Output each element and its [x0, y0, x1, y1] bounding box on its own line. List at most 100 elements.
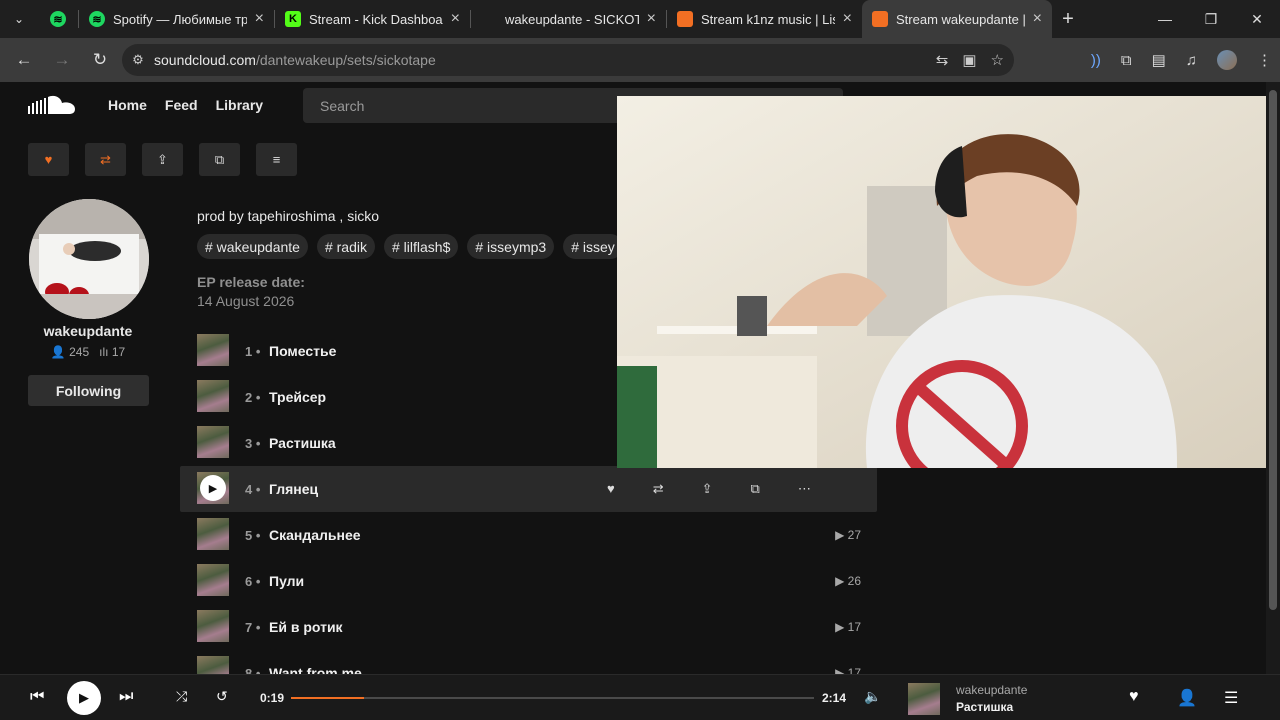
artist-stats: 👤 245 ılı 17	[0, 345, 176, 359]
track-row-hovered[interactable]: ▶ 4 • Глянец ♥ ⇄ ⇪ ⧉ ⋯	[180, 466, 877, 512]
close-icon[interactable]: ×	[451, 10, 460, 28]
track-artwork[interactable]	[197, 518, 229, 550]
tracks-count: 17	[111, 345, 126, 359]
copy-link-icon[interactable]: ⧉	[751, 481, 760, 497]
scrollbar-thumb[interactable]	[1269, 90, 1277, 610]
install-app-icon[interactable]: ▣	[962, 51, 976, 69]
track-title[interactable]: Трейсер	[269, 389, 326, 405]
track-artwork[interactable]	[197, 564, 229, 596]
address-bar[interactable]: ⚙ soundcloud.com/dantewakeup/sets/sickot…	[122, 44, 1014, 76]
tracks-stat[interactable]: ılı 17	[99, 345, 125, 359]
now-playing-title[interactable]: Растишка	[956, 700, 1013, 714]
track-artwork[interactable]	[197, 610, 229, 642]
tab-kick[interactable]: K Stream - Kick Dashboar ×	[275, 0, 470, 38]
artist-name[interactable]: wakeupdante	[0, 323, 176, 339]
page-scrollbar[interactable]	[1266, 82, 1280, 674]
repeat-icon[interactable]: ↺	[216, 688, 228, 705]
menu-kebab-icon[interactable]: ⋮	[1257, 51, 1272, 69]
now-playing-artwork[interactable]	[908, 683, 940, 715]
restore-icon[interactable]: ❐	[1188, 0, 1234, 38]
tag-list: # wakeupdante # radik # lilflash$ # isse…	[197, 234, 623, 259]
play-pause-button[interactable]: ▶	[67, 681, 101, 715]
like-heart-icon[interactable]: ♥	[1129, 688, 1139, 706]
tab-spotify-pinned[interactable]: ≋	[38, 0, 78, 38]
media-control-icon[interactable]: ♫	[1186, 52, 1197, 69]
track-row[interactable]: 5 • Скандальнее ▶ 27	[180, 512, 877, 558]
share-icon[interactable]: ⇪	[142, 143, 183, 176]
track-artwork[interactable]	[197, 656, 229, 674]
tab-wakeupdante[interactable]: wakeupdante - SICKOTA ×	[471, 0, 666, 38]
close-icon[interactable]: ×	[647, 10, 656, 28]
shuffle-icon[interactable]: ⤮	[176, 688, 187, 705]
track-row[interactable]: 8 • Want from me ▶ 17	[180, 650, 877, 674]
tab-spotify[interactable]: ≋ Spotify — Любимые тр ×	[79, 0, 274, 38]
track-title[interactable]: Пули	[269, 573, 304, 589]
reading-list-icon[interactable]: ▤	[1152, 51, 1166, 69]
close-icon[interactable]: ×	[843, 10, 852, 28]
bookmark-star-icon[interactable]: ☆	[991, 51, 1004, 69]
close-icon[interactable]: ×	[255, 10, 264, 28]
nav-home[interactable]: Home	[108, 97, 147, 113]
back-arrow-icon[interactable]: ←	[6, 42, 42, 78]
track-title[interactable]: Растишка	[269, 435, 336, 451]
followers-stat[interactable]: 👤 245	[51, 345, 89, 359]
track-row[interactable]: 7 • Ей в ротик ▶ 17	[180, 604, 877, 650]
soundcloud-logo-icon[interactable]	[28, 94, 78, 116]
tag-radik[interactable]: # radik	[316, 234, 375, 259]
next-track-icon[interactable]: ⏭	[119, 688, 133, 706]
like-heart-icon[interactable]: ♥	[28, 143, 69, 176]
track-row[interactable]: 6 • Пули ▶ 26	[180, 558, 877, 604]
tag-lilflash[interactable]: # lilflash$	[384, 234, 459, 259]
nav-library[interactable]: Library	[216, 97, 263, 113]
extensions-puzzle-icon[interactable]: ⧉	[1121, 52, 1132, 69]
tag-wakeupdante[interactable]: # wakeupdante	[197, 234, 308, 259]
close-window-icon[interactable]: ✕	[1234, 0, 1280, 38]
play-track-icon[interactable]: ▶	[200, 475, 226, 501]
copy-link-icon[interactable]: ⧉	[199, 143, 240, 176]
profile-avatar[interactable]	[1217, 50, 1237, 70]
repost-icon[interactable]: ⇄	[653, 481, 664, 497]
volume-icon[interactable]: 🔈	[864, 688, 881, 705]
track-title[interactable]: Поместье	[269, 343, 336, 359]
minimize-icon[interactable]: —	[1142, 0, 1188, 38]
following-button[interactable]: Following	[28, 375, 149, 406]
tag-issey[interactable]: # issey	[563, 234, 623, 259]
like-heart-icon[interactable]: ♥	[607, 481, 615, 497]
track-title[interactable]: Скандальнее	[269, 527, 361, 543]
track-number: 6 •	[245, 573, 261, 589]
progress-bar[interactable]	[291, 697, 814, 699]
track-artwork[interactable]	[197, 426, 229, 458]
artist-avatar[interactable]	[29, 199, 149, 319]
close-icon[interactable]: ×	[1033, 10, 1042, 28]
track-title[interactable]: Ей в ротик	[269, 619, 343, 635]
tag-isseymp3[interactable]: # isseymp3	[467, 234, 555, 259]
track-artwork[interactable]	[197, 380, 229, 412]
webcam-overlay	[617, 96, 1280, 468]
previous-track-icon[interactable]: ⏮	[30, 688, 44, 706]
play-count: ▶ 26	[835, 574, 861, 588]
nav-feed[interactable]: Feed	[165, 97, 198, 113]
now-playing-artist[interactable]: wakeupdante	[956, 683, 1027, 697]
new-tab-plus-icon[interactable]: +	[1052, 8, 1084, 31]
tab-active-wakeupdante[interactable]: Stream wakeupdante | ×	[862, 0, 1052, 38]
current-time: 0:19	[260, 691, 285, 705]
share-icon[interactable]: ⇪	[702, 481, 713, 497]
url-text[interactable]: soundcloud.com/dantewakeup/sets/sickotap…	[154, 52, 436, 68]
track-title[interactable]: Want from me	[269, 665, 362, 674]
reload-icon[interactable]: ↻	[82, 42, 118, 78]
repost-icon[interactable]: ⇄	[85, 143, 126, 176]
forward-arrow-icon[interactable]: →	[44, 42, 80, 78]
play-count-icon: ▶	[835, 528, 845, 542]
track-title[interactable]: Глянец	[269, 481, 318, 497]
tab-search-chevron-icon[interactable]: ⌄	[0, 0, 38, 38]
site-settings-icon[interactable]: ⚙	[122, 44, 154, 76]
follow-artist-icon[interactable]: 👤	[1177, 688, 1197, 708]
audio-playing-icon[interactable]: ))	[1091, 52, 1101, 69]
tab-k1nz[interactable]: Stream k1nz music | Lis ×	[667, 0, 862, 38]
track-number: 7 •	[245, 619, 261, 635]
track-artwork[interactable]	[197, 334, 229, 366]
translate-icon[interactable]: ⇆	[936, 51, 949, 69]
add-to-next-up-icon[interactable]: ≡	[256, 143, 297, 176]
next-up-queue-icon[interactable]: ☰	[1224, 688, 1238, 708]
more-options-icon[interactable]: ⋯	[798, 481, 811, 497]
